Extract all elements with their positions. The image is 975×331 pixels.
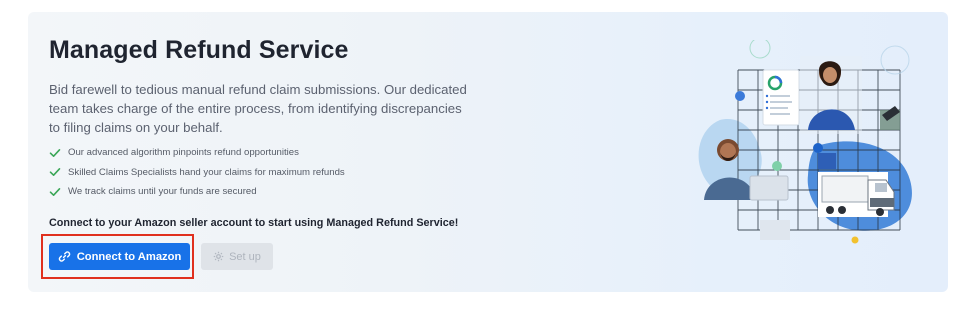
connect-to-amazon-button[interactable]: Connect to Amazon — [49, 243, 190, 270]
link-icon — [58, 250, 71, 263]
refund-illustration — [698, 40, 912, 244]
document-graphic — [762, 69, 800, 126]
check-icon — [49, 166, 61, 178]
feature-text: Skilled Claims Specialists hand your cla… — [68, 166, 345, 178]
check-icon — [49, 147, 61, 159]
feature-item: Our advanced algorithm pinpoints refund … — [49, 143, 345, 163]
feature-text: Our advanced algorithm pinpoints refund … — [68, 147, 299, 159]
service-description: Bid farewell to tedious manual refund cl… — [49, 82, 467, 135]
page-title: Managed Refund Service — [49, 36, 349, 64]
feature-text: We track claims until your funds are sec… — [68, 186, 257, 198]
set-up-button[interactable]: Set up — [201, 243, 273, 270]
connect-button-label: Connect to Amazon — [76, 250, 182, 263]
truck-graphic — [818, 172, 895, 217]
woman-photo — [800, 56, 862, 134]
feature-list: Our advanced algorithm pinpoints refund … — [49, 143, 345, 202]
gear-icon — [213, 251, 224, 262]
feature-item: Skilled Claims Specialists hand your cla… — [49, 163, 345, 183]
check-icon — [49, 186, 61, 198]
connect-prompt: Connect to your Amazon seller account to… — [49, 217, 459, 229]
setup-button-label: Set up — [229, 250, 261, 263]
feature-item: We track claims until your funds are sec… — [49, 182, 345, 202]
